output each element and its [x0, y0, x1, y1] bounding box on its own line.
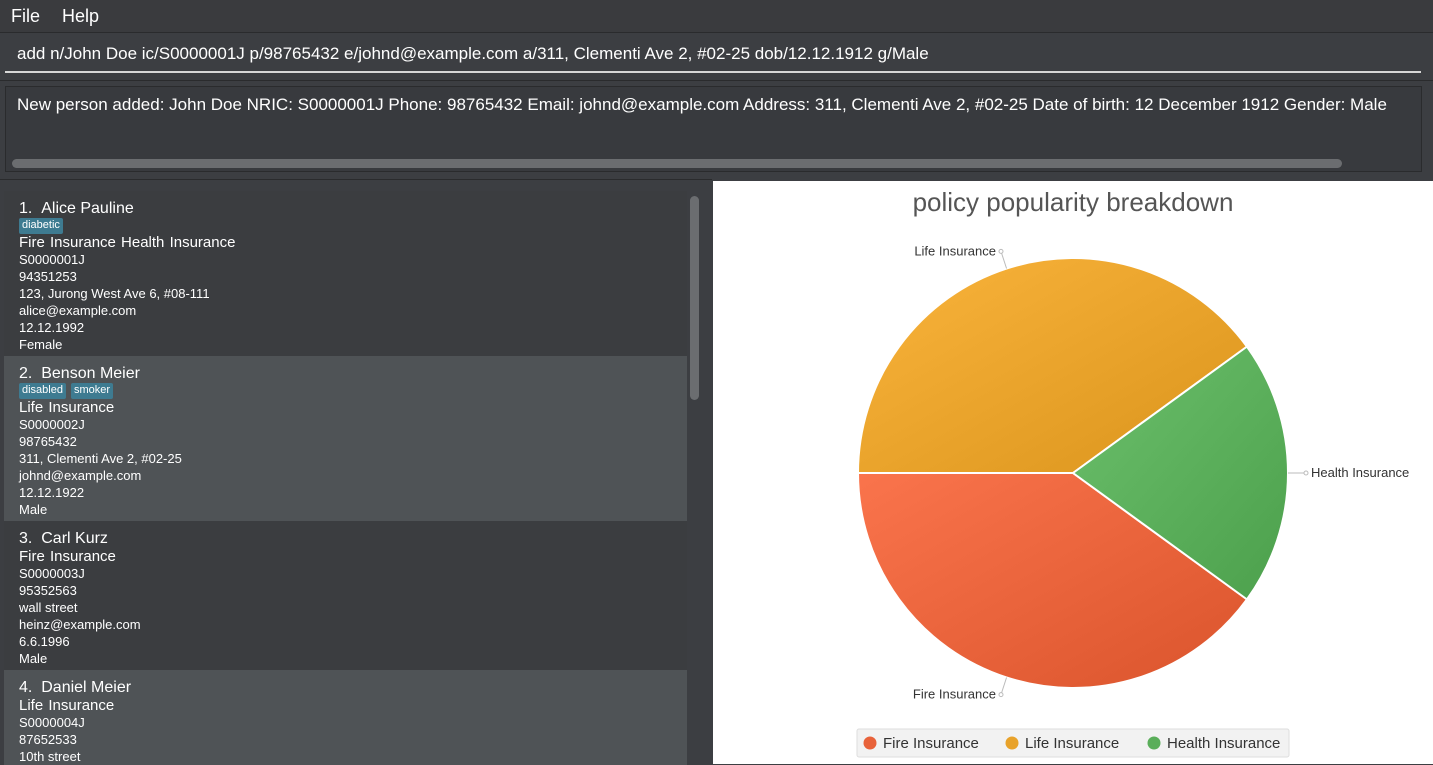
legend-swatch: [1147, 736, 1161, 750]
menu-help[interactable]: Help: [51, 0, 110, 32]
slice-label: Fire Insurance: [913, 687, 996, 702]
person-name: Carl Kurz: [41, 530, 108, 547]
person-name-line: 4. Daniel Meier: [19, 679, 132, 696]
person-name: Benson Meier: [41, 365, 140, 382]
person-card[interactable]: 1. Alice Pauline diabetic Fire Insurance…: [4, 191, 687, 356]
person-policies: Fire Insurance Health Insurance: [19, 234, 236, 251]
person-name: Alice Pauline: [41, 200, 134, 217]
person-dob: 6.6.1996: [19, 634, 70, 649]
slice-label-dot: [1303, 470, 1309, 476]
tag: disabled: [19, 383, 66, 399]
person-phone: 95352563: [19, 583, 77, 598]
person-address: 10th street: [19, 749, 81, 764]
slice-label: Life Insurance: [914, 243, 996, 258]
menu-file[interactable]: File: [0, 0, 51, 32]
person-name-line: 2. Benson Meier: [19, 365, 140, 382]
person-email: johnd@example.com: [19, 468, 142, 483]
person-email: heinz@example.com: [19, 617, 141, 632]
legend-label: Life Insurance: [1025, 735, 1119, 752]
legend-label: Health Insurance: [1167, 735, 1280, 752]
policy-chart-panel: policy popularity breakdown Fire Insuran…: [713, 181, 1433, 764]
person-policies: Fire Insurance: [19, 548, 116, 565]
person-policies: Life Insurance: [19, 399, 115, 416]
tag-list: disabled smoker: [19, 383, 687, 399]
person-list: 1. Alice Pauline diabetic Fire Insurance…: [0, 179, 712, 765]
person-policies: Life Insurance: [19, 697, 115, 714]
command-input[interactable]: [5, 37, 1421, 73]
slice-label-line: [1000, 251, 1008, 269]
person-dob: 12.12.1922: [19, 485, 85, 500]
person-nric: S0000003J: [19, 566, 85, 581]
person-name-line: 1. Alice Pauline: [19, 200, 134, 217]
person-phone: 98765432: [19, 434, 77, 449]
person-email: alice@example.com: [19, 303, 137, 318]
person-address: 123, Jurong West Ave 6, #08-111: [19, 286, 210, 301]
person-phone: 94351253: [19, 269, 77, 284]
menu-bar: File Help: [0, 0, 1433, 33]
command-box: [0, 33, 1433, 81]
legend-swatch: [1005, 736, 1019, 750]
person-address: wall street: [19, 600, 78, 615]
chart-legend: Fire Insurance Life Insurance Health Insur…: [856, 728, 1290, 758]
person-card[interactable]: 2. Benson Meier disabled smoker Life Ins…: [4, 356, 687, 521]
person-phone: 87652533: [19, 732, 77, 747]
result-display: New person added: John Doe NRIC: S000000…: [5, 86, 1422, 172]
person-address: 311, Clementi Ave 2, #02-25: [19, 451, 182, 466]
person-nric: S0000001J: [19, 252, 85, 267]
pie-chart: policy popularity breakdown Fire Insuran…: [856, 187, 1409, 758]
tag: diabetic: [19, 218, 63, 234]
result-scrollbar[interactable]: [10, 157, 1416, 169]
chart-title: policy popularity breakdown: [913, 187, 1234, 217]
tag-list: diabetic: [19, 218, 687, 234]
person-dob: 12.12.1992: [19, 320, 85, 335]
slice-label-line: [1000, 677, 1008, 695]
result-scrollbar-thumb[interactable]: [12, 159, 1342, 168]
person-nric: S0000002J: [19, 417, 85, 432]
person-name: Daniel Meier: [41, 679, 132, 696]
person-name-line: 3. Carl Kurz: [19, 530, 108, 547]
slice-label-dot: [998, 248, 1004, 254]
slice-label: Health Insurance: [1311, 465, 1409, 480]
legend-swatch: [863, 736, 877, 750]
person-gender: Male: [19, 502, 48, 517]
person-nric: S0000004J: [19, 715, 85, 730]
legend-label: Fire Insurance: [883, 735, 979, 752]
result-text: New person added: John Doe NRIC: S000000…: [17, 95, 1387, 114]
list-scrollbar-thumb[interactable]: [690, 196, 699, 400]
person-gender: Female: [19, 337, 63, 352]
person-gender: Male: [19, 651, 48, 666]
person-card[interactable]: 3. Carl Kurz Fire Insurance S0000003J 95…: [4, 521, 687, 670]
person-card[interactable]: 4. Daniel Meier Life Insurance S0000004J…: [4, 670, 687, 765]
tag: smoker: [70, 383, 114, 399]
slice-label-dot: [998, 692, 1004, 698]
